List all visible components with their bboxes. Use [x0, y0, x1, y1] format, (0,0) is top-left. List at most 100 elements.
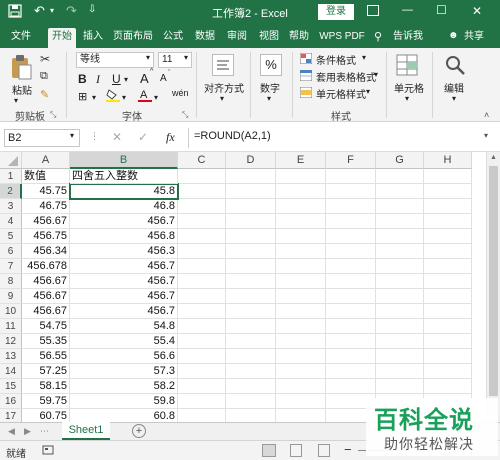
- cell-a9[interactable]: 456.67: [22, 289, 70, 304]
- expand-formula-bar-icon[interactable]: ▾: [484, 131, 488, 140]
- cell-e5[interactable]: [276, 229, 326, 244]
- cell-d1[interactable]: [226, 169, 276, 184]
- cell-h14[interactable]: [424, 364, 472, 379]
- cell-a16[interactable]: 59.75: [22, 394, 70, 409]
- cell-c9[interactable]: [178, 289, 226, 304]
- cell-d11[interactable]: [226, 319, 276, 334]
- tab-review[interactable]: 审阅: [224, 28, 250, 48]
- cell-d8[interactable]: [226, 274, 276, 289]
- cell-f12[interactable]: [326, 334, 376, 349]
- tab-data[interactable]: 数据: [192, 28, 218, 48]
- cell-g9[interactable]: [376, 289, 424, 304]
- share-button[interactable]: 共享: [460, 28, 488, 48]
- cell-c10[interactable]: [178, 304, 226, 319]
- cell-d10[interactable]: [226, 304, 276, 319]
- alignment-button[interactable]: 对齐方式: [204, 80, 244, 95]
- tab-view[interactable]: 视图: [256, 28, 282, 48]
- page-layout-view-icon[interactable]: [290, 444, 302, 457]
- cell-g4[interactable]: [376, 214, 424, 229]
- cell-a11[interactable]: 54.75: [22, 319, 70, 334]
- cell-b15[interactable]: 58.2: [70, 379, 178, 394]
- worksheet-grid[interactable]: A B C D E F G H 1 数值 四舍五入整数 2 45.75 45.8 3 46.75 46.8 4 45…: [0, 152, 486, 422]
- more-sheets-icon[interactable]: ⋯: [40, 426, 49, 437]
- row-header[interactable]: 10: [0, 304, 22, 319]
- cell-g2[interactable]: [376, 184, 424, 199]
- font-name-select[interactable]: 等线: [76, 52, 154, 68]
- cell-f15[interactable]: [326, 379, 376, 394]
- close-button[interactable]: ✕: [472, 4, 482, 18]
- font-color-dropdown-icon[interactable]: ▾: [154, 93, 158, 102]
- cell-b1[interactable]: 四舍五入整数: [70, 169, 178, 184]
- row-header[interactable]: 2: [0, 184, 22, 199]
- column-header-a[interactable]: A: [22, 152, 70, 169]
- decrease-font-button[interactable]: A: [160, 73, 167, 84]
- cell-a5[interactable]: 456.75: [22, 229, 70, 244]
- tell-me-search[interactable]: 告诉我: [390, 28, 426, 48]
- cell-h1[interactable]: [424, 169, 472, 184]
- cell-c11[interactable]: [178, 319, 226, 334]
- formula-input[interactable]: =ROUND(A2,1): [194, 130, 271, 142]
- cell-f1[interactable]: [326, 169, 376, 184]
- cell-h13[interactable]: [424, 349, 472, 364]
- fill-dropdown-icon[interactable]: ▾: [122, 93, 126, 102]
- cell-c16[interactable]: [178, 394, 226, 409]
- cell-c1[interactable]: [178, 169, 226, 184]
- cell-e12[interactable]: [276, 334, 326, 349]
- enter-icon[interactable]: ✓: [138, 130, 148, 144]
- cell-c6[interactable]: [178, 244, 226, 259]
- underline-dropdown-icon[interactable]: ▾: [124, 75, 128, 84]
- cell-c13[interactable]: [178, 349, 226, 364]
- cell-h3[interactable]: [424, 199, 472, 214]
- row-header[interactable]: 7: [0, 259, 22, 274]
- cell-f7[interactable]: [326, 259, 376, 274]
- cell-c12[interactable]: [178, 334, 226, 349]
- cell-c3[interactable]: [178, 199, 226, 214]
- cell-e7[interactable]: [276, 259, 326, 274]
- normal-view-icon[interactable]: [262, 444, 276, 457]
- editing-dropdown-icon[interactable]: ▾: [452, 94, 456, 103]
- vertical-scrollbar[interactable]: ▲: [486, 152, 500, 422]
- undo-icon[interactable]: ↶: [34, 3, 45, 19]
- row-header[interactable]: 17: [0, 409, 22, 422]
- cell-a6[interactable]: 456.34: [22, 244, 70, 259]
- redo-icon[interactable]: ↷: [66, 3, 77, 19]
- font-launcher-icon[interactable]: ⤡: [182, 110, 188, 120]
- chevron-down-icon[interactable]: ▾: [146, 53, 150, 62]
- cell-g5[interactable]: [376, 229, 424, 244]
- customize-qat-icon[interactable]: ⇩: [88, 4, 96, 15]
- cell-b12[interactable]: 55.4: [70, 334, 178, 349]
- cell-g14[interactable]: [376, 364, 424, 379]
- cell-d6[interactable]: [226, 244, 276, 259]
- cell-a8[interactable]: 456.67: [22, 274, 70, 289]
- italic-button[interactable]: I: [96, 72, 100, 87]
- cell-g10[interactable]: [376, 304, 424, 319]
- cell-h6[interactable]: [424, 244, 472, 259]
- cell-e9[interactable]: [276, 289, 326, 304]
- cell-d7[interactable]: [226, 259, 276, 274]
- cell-b3[interactable]: 46.8: [70, 199, 178, 214]
- cells-button[interactable]: 单元格: [394, 80, 424, 95]
- collapse-ribbon-icon[interactable]: ˄: [484, 110, 489, 120]
- alignment-icon[interactable]: [212, 54, 234, 76]
- column-header-d[interactable]: D: [226, 152, 276, 169]
- editing-button[interactable]: 编辑: [444, 80, 464, 95]
- underline-button[interactable]: U: [112, 72, 121, 86]
- cancel-icon[interactable]: ✕: [112, 130, 122, 144]
- cell-g1[interactable]: [376, 169, 424, 184]
- cell-a17[interactable]: 60.75: [22, 409, 70, 422]
- row-header[interactable]: 16: [0, 394, 22, 409]
- cell-g6[interactable]: [376, 244, 424, 259]
- chevron-down-icon[interactable]: ▾: [184, 53, 188, 62]
- paste-button[interactable]: 粘贴: [12, 82, 32, 97]
- bold-button[interactable]: B: [78, 72, 87, 86]
- row-header[interactable]: 6: [0, 244, 22, 259]
- cell-e10[interactable]: [276, 304, 326, 319]
- cell-d15[interactable]: [226, 379, 276, 394]
- cell-c7[interactable]: [178, 259, 226, 274]
- tab-insert[interactable]: 插入: [80, 28, 106, 48]
- cell-h7[interactable]: [424, 259, 472, 274]
- cell-g11[interactable]: [376, 319, 424, 334]
- conditional-format-dropdown-icon[interactable]: ▾: [362, 53, 366, 62]
- save-icon[interactable]: [8, 4, 22, 21]
- tab-file[interactable]: 文件: [8, 28, 34, 48]
